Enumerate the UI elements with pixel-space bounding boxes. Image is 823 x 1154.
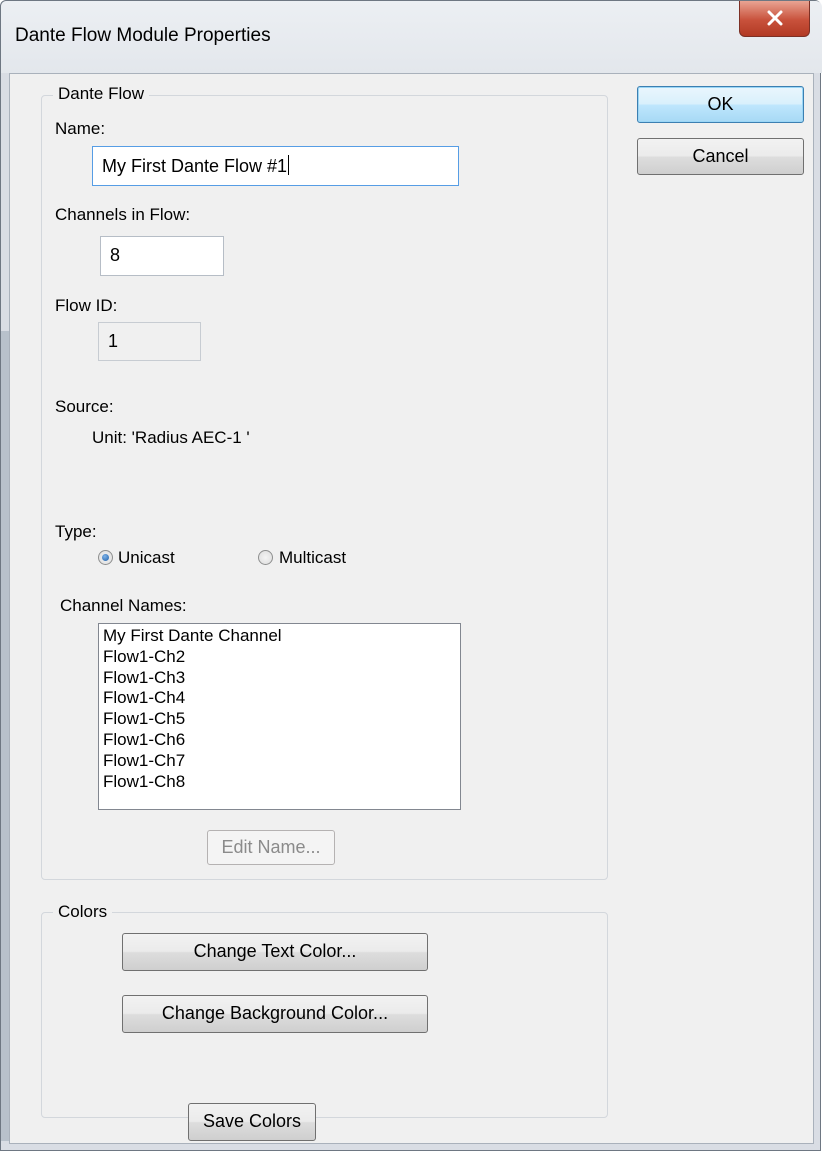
list-item[interactable]: My First Dante Channel	[103, 626, 456, 647]
list-item[interactable]: Flow1-Ch2	[103, 647, 456, 668]
name-label: Name:	[55, 119, 106, 138]
list-item[interactable]: Flow1-Ch3	[103, 668, 456, 689]
channels-in-flow-label: Channels in Flow:	[55, 205, 191, 224]
channel-names-listbox[interactable]: My First Dante Channel Flow1-Ch2 Flow1-C…	[98, 623, 461, 810]
type-label: Type:	[55, 522, 97, 541]
radio-button-selected-icon[interactable]	[98, 550, 113, 565]
list-item[interactable]: Flow1-Ch6	[103, 730, 456, 751]
dialog-window: Dante Flow Module Properties Dante Flow …	[0, 0, 822, 1151]
name-input-value: My First Dante Flow #1	[102, 156, 288, 176]
radio-button-icon[interactable]	[258, 550, 273, 565]
close-button[interactable]	[739, 1, 810, 37]
radio-unicast-label[interactable]: Unicast	[118, 548, 175, 568]
flow-id-label: Flow ID:	[55, 296, 118, 315]
name-input[interactable]: My First Dante Flow #1	[92, 146, 459, 186]
window-title: Dante Flow Module Properties	[15, 25, 271, 46]
save-colors-button[interactable]: Save Colors	[188, 1103, 316, 1141]
list-item[interactable]: Flow1-Ch8	[103, 772, 456, 793]
edit-name-button[interactable]: Edit Name...	[207, 830, 335, 865]
title-bar: Dante Flow Module Properties	[1, 1, 822, 73]
list-item[interactable]: Flow1-Ch5	[103, 709, 456, 730]
list-item[interactable]: Flow1-Ch4	[103, 688, 456, 709]
source-label: Source:	[55, 397, 114, 416]
radio-multicast-label[interactable]: Multicast	[279, 548, 346, 568]
list-item[interactable]: Flow1-Ch7	[103, 751, 456, 772]
channel-names-label: Channel Names:	[60, 596, 187, 615]
source-value: Unit: 'Radius AEC-1 '	[92, 428, 250, 447]
close-x-icon	[767, 10, 783, 26]
window-frame-strip	[1, 331, 9, 1141]
dialog-client-area: Dante Flow Name: My First Dante Flow #1 …	[9, 73, 814, 1144]
cancel-button[interactable]: Cancel	[637, 138, 804, 175]
ok-button[interactable]: OK	[637, 86, 804, 123]
change-text-color-button[interactable]: Change Text Color...	[122, 933, 428, 971]
channels-in-flow-input[interactable]: 8	[100, 236, 224, 276]
channels-in-flow-value: 8	[110, 245, 121, 265]
text-caret	[288, 155, 290, 175]
colors-group-label: Colors	[53, 902, 113, 922]
dante-flow-group-label: Dante Flow	[53, 84, 149, 104]
flow-id-value: 1	[108, 331, 119, 351]
flow-id-field: 1	[98, 322, 201, 361]
change-background-color-button[interactable]: Change Background Color...	[122, 995, 428, 1033]
